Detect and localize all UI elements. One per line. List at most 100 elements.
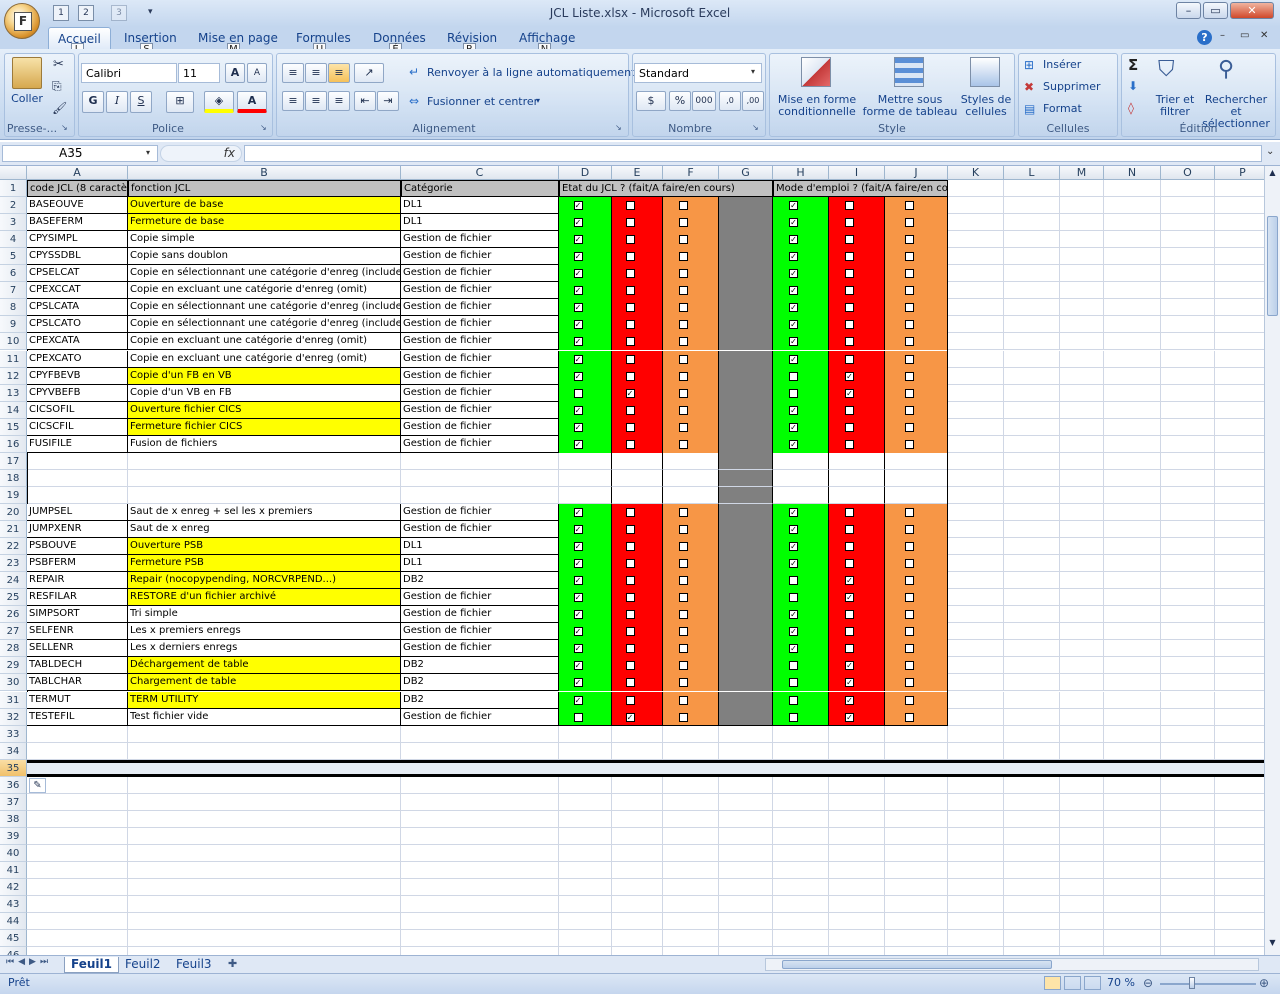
number-launcher-icon[interactable]: ↘ <box>752 123 759 132</box>
status-checkbox[interactable]: ✓ <box>789 627 798 637</box>
scroll-down-icon[interactable]: ▼ <box>1266 938 1279 952</box>
status-cell[interactable] <box>612 469 663 487</box>
status-cell[interactable] <box>829 623 885 641</box>
status-cell[interactable] <box>885 418 948 436</box>
grid-cell[interactable] <box>1060 265 1104 283</box>
grid-cell[interactable] <box>948 589 1004 607</box>
status-cell[interactable] <box>559 367 612 385</box>
grid-cell[interactable] <box>663 913 719 931</box>
grid-cell[interactable] <box>1004 606 1060 624</box>
row-header[interactable]: 20 <box>0 503 27 521</box>
grid-cell[interactable] <box>1060 691 1104 709</box>
grid-cell[interactable] <box>1060 299 1104 317</box>
jcl-code-cell[interactable]: SIMPSORT <box>27 606 128 624</box>
align-center-icon[interactable]: ≡ <box>305 91 327 111</box>
status-checkbox[interactable]: ✓ <box>573 252 583 262</box>
status-checkbox[interactable] <box>845 559 854 569</box>
status-checkbox[interactable] <box>625 644 635 654</box>
grid-cell[interactable] <box>1215 930 1264 948</box>
status-cell[interactable] <box>719 197 773 215</box>
row-header[interactable]: 33 <box>0 725 27 743</box>
wrap-text-button[interactable]: Renvoyer à la ligne automatiquement <box>427 67 635 79</box>
status-cell[interactable] <box>663 657 719 675</box>
status-cell[interactable] <box>885 555 948 573</box>
jcl-code-cell[interactable]: CPEXCATA <box>27 333 128 351</box>
jcl-function-cell[interactable]: Copie d'un FB en VB <box>128 367 401 385</box>
grid-cell[interactable] <box>1161 879 1215 897</box>
grid-cell[interactable] <box>719 879 773 897</box>
page-break-view-icon[interactable] <box>1084 976 1101 990</box>
grid-cell[interactable] <box>1104 265 1161 283</box>
grid-cell[interactable] <box>1215 368 1264 385</box>
grid-cell[interactable] <box>1060 640 1104 658</box>
status-cell[interactable] <box>663 452 719 470</box>
status-cell[interactable] <box>663 640 719 658</box>
grid-cell[interactable] <box>612 759 663 777</box>
jcl-code-cell[interactable]: CICSOFIL <box>27 401 128 419</box>
grid-cell[interactable] <box>1104 844 1161 862</box>
status-cell[interactable] <box>773 469 829 487</box>
grid-cell[interactable] <box>1215 436 1264 453</box>
grid-cell[interactable] <box>612 913 663 931</box>
grid-cell[interactable] <box>1161 725 1215 743</box>
jcl-category-cell[interactable]: DB2 <box>401 572 559 590</box>
status-cell[interactable] <box>663 708 719 726</box>
grid-cell[interactable] <box>773 896 829 914</box>
grid-cell[interactable] <box>1215 743 1264 760</box>
status-cell[interactable] <box>663 299 719 317</box>
status-cell[interactable] <box>559 708 612 726</box>
column-header[interactable]: F <box>663 166 719 180</box>
grid-cell[interactable] <box>1104 572 1161 590</box>
row-header[interactable]: 21 <box>0 521 27 539</box>
grid-cell[interactable] <box>948 947 1004 955</box>
status-checkbox[interactable] <box>904 252 914 262</box>
status-checkbox[interactable] <box>625 610 635 620</box>
grid-cell[interactable] <box>1161 930 1215 948</box>
grid-cell[interactable] <box>773 742 829 760</box>
status-checkbox[interactable]: ✓ <box>573 337 583 347</box>
grid-cell[interactable] <box>1104 180 1161 198</box>
jcl-function-cell[interactable]: Repair (nocopypending, NORCVRPEND...) <box>128 572 401 590</box>
grid-cell[interactable] <box>1161 555 1215 573</box>
grid-cell[interactable] <box>1215 385 1264 402</box>
status-checkbox[interactable]: ✓ <box>573 576 583 586</box>
grid-cell[interactable] <box>773 913 829 931</box>
status-cell[interactable] <box>719 299 773 317</box>
status-cell[interactable] <box>559 316 612 334</box>
status-cell[interactable] <box>719 674 773 692</box>
jcl-function-cell[interactable]: Test fichier vide <box>128 708 401 726</box>
grid-cell[interactable] <box>559 810 612 828</box>
status-cell[interactable] <box>829 248 885 266</box>
row-header[interactable]: 16 <box>0 435 27 453</box>
grid-cell[interactable] <box>829 793 885 811</box>
grid-cell[interactable] <box>948 350 1004 368</box>
name-box-dropdown-icon[interactable]: ▾ <box>146 148 150 157</box>
grid-cell[interactable] <box>1161 896 1215 914</box>
header-etat[interactable]: Etat du JCL ? (fait/A faire/en cours) <box>559 180 773 198</box>
jcl-category-cell[interactable]: Gestion de fichier <box>401 418 559 436</box>
align-top-icon[interactable]: ≡ <box>282 63 304 83</box>
grid-cell[interactable] <box>1004 401 1060 419</box>
status-cell[interactable] <box>829 555 885 573</box>
grid-cell[interactable] <box>885 930 948 948</box>
grow-font-icon[interactable]: A <box>225 63 245 83</box>
grid-cell[interactable] <box>128 879 401 897</box>
jcl-code-cell[interactable]: CICSCFIL <box>27 418 128 436</box>
grid-cell[interactable] <box>948 623 1004 641</box>
grid-cell[interactable] <box>1161 282 1215 300</box>
status-cell[interactable] <box>612 435 663 453</box>
jcl-function-cell[interactable]: Copie sans doublon <box>128 248 401 266</box>
status-checkbox[interactable] <box>625 371 635 381</box>
grid-cell[interactable] <box>1215 299 1264 317</box>
status-cell[interactable] <box>663 350 719 368</box>
grid-cell[interactable] <box>719 844 773 862</box>
status-checkbox[interactable] <box>845 320 854 330</box>
zoom-in-icon[interactable]: ⊕ <box>1259 976 1269 990</box>
status-cell[interactable] <box>885 623 948 641</box>
grid-cell[interactable] <box>128 896 401 914</box>
autosum-icon[interactable]: Σ <box>1128 56 1138 74</box>
jcl-category-cell[interactable]: Gestion de fichier <box>401 384 559 402</box>
status-cell[interactable] <box>885 282 948 300</box>
grid-cell[interactable] <box>948 844 1004 862</box>
grid-cell[interactable] <box>1104 248 1161 266</box>
